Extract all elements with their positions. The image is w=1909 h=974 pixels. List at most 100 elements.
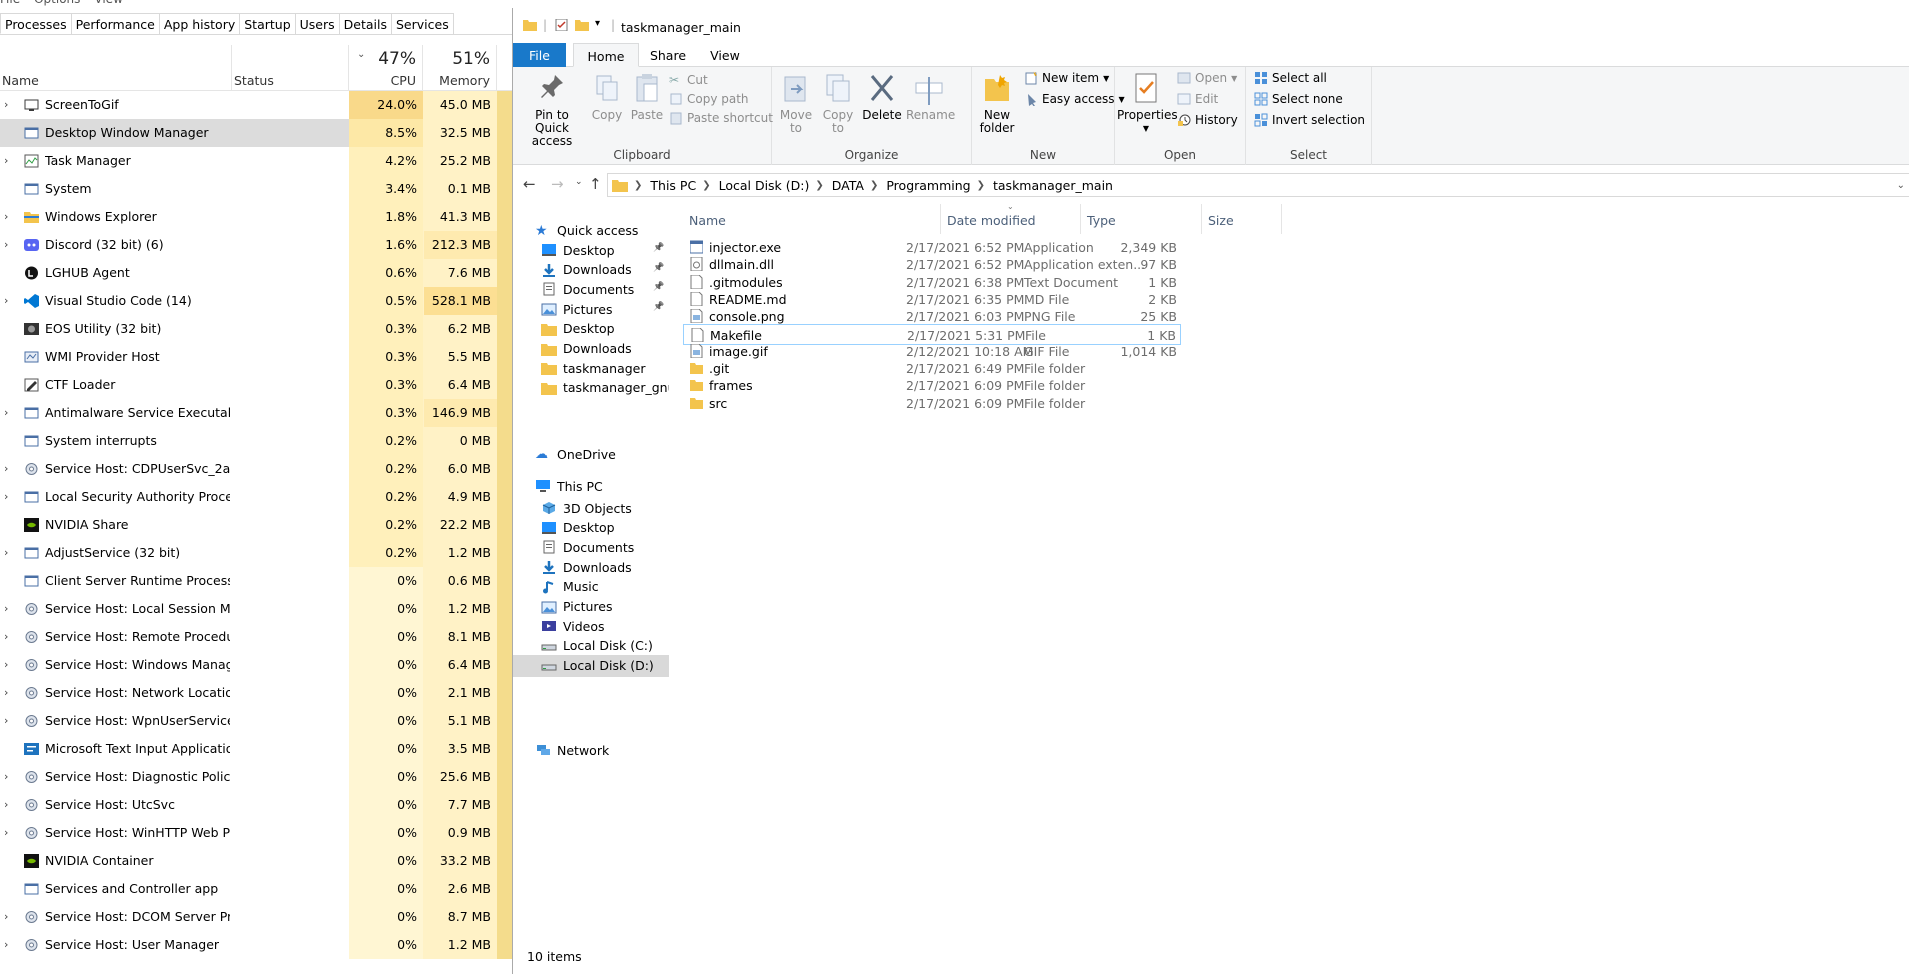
- pin-icon[interactable]: 📌: [653, 302, 664, 312]
- process-row[interactable]: System interrupts 0.2% 0 MB: [0, 427, 512, 455]
- process-row[interactable]: WMI Provider Host 0.3% 5.5 MB: [0, 343, 512, 371]
- paste-button[interactable]: Paste: [627, 71, 667, 122]
- process-name-cell[interactable]: Desktop Window Manager: [0, 119, 232, 147]
- tab-startup[interactable]: Startup: [239, 13, 296, 34]
- nav-item[interactable]: Downloads: [513, 556, 669, 578]
- nav-this-pc[interactable]: This PC: [535, 475, 603, 497]
- breadcrumb-chevron-icon[interactable]: ❯: [815, 180, 823, 191]
- nav-item[interactable]: Documents 📌: [513, 278, 669, 300]
- process-name-cell[interactable]: › Visual Studio Code (14): [0, 287, 232, 315]
- nav-item[interactable]: Local Disk (C:): [513, 635, 669, 657]
- menu-file[interactable]: File: [0, 0, 20, 8]
- process-name-cell[interactable]: EOS Utility (32 bit): [0, 315, 232, 343]
- expand-chevron-icon[interactable]: ›: [4, 714, 14, 727]
- process-row[interactable]: › Service Host: Diagnostic Policy ... 0%25…: [0, 763, 512, 791]
- pin-icon[interactable]: 📌: [653, 243, 664, 253]
- nav-item[interactable]: Music: [513, 576, 669, 598]
- tab-app-history[interactable]: App history: [158, 13, 241, 34]
- expand-chevron-icon[interactable]: ›: [4, 770, 14, 783]
- process-row[interactable]: › AdjustService (32 bit) 0.2% 1.2 MB: [0, 539, 512, 567]
- process-name-cell[interactable]: System interrupts: [0, 427, 232, 455]
- breadcrumb-chevron-icon[interactable]: ❯: [977, 180, 985, 191]
- breadcrumb-chevron-icon[interactable]: ❯: [702, 180, 710, 191]
- breadcrumb-this-pc[interactable]: This PC: [650, 178, 696, 193]
- process-name-cell[interactable]: › Service Host: Windows Manage...: [0, 651, 232, 679]
- copy-button[interactable]: Copy: [587, 71, 627, 122]
- process-row[interactable]: Services and Controller app 0% 2.6 MB: [0, 875, 512, 903]
- nav-item[interactable]: Desktop: [513, 517, 669, 539]
- nav-item[interactable]: Desktop: [513, 318, 669, 340]
- expand-chevron-icon[interactable]: ›: [4, 658, 14, 671]
- process-name-cell[interactable]: › Service Host: CDPUserSvc_2a4d7: [0, 455, 232, 483]
- process-row[interactable]: › Service Host: Local Session Man... 0%1.2…: [0, 595, 512, 623]
- process-row[interactable]: › Windows Explorer 1.8% 41.3 MB: [0, 203, 512, 231]
- up-arrow-icon[interactable]: ↑: [589, 175, 602, 193]
- process-row[interactable]: › Service Host: WinHTTP Web Pro... 0%0.9 M…: [0, 819, 512, 847]
- process-name-cell[interactable]: › Service Host: Diagnostic Policy ...: [0, 763, 232, 791]
- ribbon-tab-view[interactable]: View: [697, 43, 753, 67]
- process-row[interactable]: System 3.4% 0.1 MB: [0, 175, 512, 203]
- expand-chevron-icon[interactable]: ›: [4, 294, 14, 307]
- breadcrumb-chevron-icon[interactable]: ❯: [870, 180, 878, 191]
- process-name-cell[interactable]: NVIDIA Container: [0, 847, 232, 875]
- history-button[interactable]: History: [1177, 110, 1238, 130]
- expand-chevron-icon[interactable]: ›: [4, 910, 14, 923]
- process-name-cell[interactable]: › Windows Explorer: [0, 203, 232, 231]
- edit-button[interactable]: Edit: [1177, 89, 1218, 109]
- cut-button[interactable]: ✂ Cut: [669, 70, 708, 90]
- nav-network[interactable]: Network: [535, 739, 609, 761]
- process-row[interactable]: › Service Host: Remote Procedure... 0%8.1 …: [0, 623, 512, 651]
- process-name-cell[interactable]: › Service Host: WinHTTP Web Pro...: [0, 819, 232, 847]
- process-row[interactable]: NVIDIA Container 0% 33.2 MB: [0, 847, 512, 875]
- process-row[interactable]: › Task Manager 4.2% 25.2 MB: [0, 147, 512, 175]
- expand-chevron-icon[interactable]: ›: [4, 210, 14, 223]
- address-bar[interactable]: ❯ This PC ❯ Local Disk (D:) ❯ DATA ❯ Pro…: [607, 173, 1909, 197]
- column-header-size[interactable]: Size: [1202, 204, 1282, 234]
- process-name-cell[interactable]: System: [0, 175, 232, 203]
- nav-item[interactable]: Local Disk (D:): [513, 654, 669, 677]
- breadcrumb-local-disk-d[interactable]: Local Disk (D:): [719, 178, 810, 193]
- process-row[interactable]: LGHUB Agent 0.6% 7.6 MB: [0, 259, 512, 287]
- menu-view[interactable]: View: [94, 0, 122, 8]
- breadcrumb-taskmanager-main[interactable]: taskmanager_main: [993, 178, 1113, 193]
- process-name-cell[interactable]: › Service Host: WpnUserService_2...: [0, 707, 232, 735]
- process-name-cell[interactable]: › AdjustService (32 bit): [0, 539, 232, 567]
- ribbon-tab-file[interactable]: File: [513, 43, 566, 67]
- process-row[interactable]: NVIDIA Share 0.2% 22.2 MB: [0, 511, 512, 539]
- process-name-cell[interactable]: Microsoft Text Input Application: [0, 735, 232, 763]
- nav-item[interactable]: Documents: [513, 536, 669, 558]
- expand-chevron-icon[interactable]: ›: [4, 630, 14, 643]
- process-row[interactable]: › ScreenToGif 24.0% 45.0 MB: [0, 91, 512, 119]
- process-name-cell[interactable]: › ScreenToGif: [0, 91, 232, 119]
- breadcrumb-programming[interactable]: Programming: [886, 178, 970, 193]
- copy-to-button[interactable]: Copy to: [818, 71, 858, 135]
- pin-icon[interactable]: 📌: [653, 282, 664, 292]
- nav-item[interactable]: Videos: [513, 615, 669, 637]
- column-header-date[interactable]: ⌄ Date modified: [941, 202, 1081, 234]
- expand-chevron-icon[interactable]: ›: [4, 938, 14, 951]
- expand-chevron-icon[interactable]: ›: [4, 798, 14, 811]
- expand-chevron-icon[interactable]: ›: [4, 826, 14, 839]
- expand-chevron-icon[interactable]: ›: [4, 406, 14, 419]
- tab-processes[interactable]: Processes: [0, 13, 72, 34]
- column-name-header[interactable]: Name: [0, 45, 232, 91]
- process-name-cell[interactable]: › Antimalware Service Executable: [0, 399, 232, 427]
- nav-item[interactable]: 3D Objects: [513, 497, 669, 519]
- process-name-cell[interactable]: › Service Host: DCOM Server Proc...: [0, 903, 232, 931]
- tab-details[interactable]: Details: [338, 13, 392, 34]
- process-name-cell[interactable]: CTF Loader: [0, 371, 232, 399]
- nav-item[interactable]: Pictures 📌: [513, 298, 669, 320]
- process-row[interactable]: › Discord (32 bit) (6) 1.6% 212.3 MB: [0, 231, 512, 259]
- process-row[interactable]: Desktop Window Manager 8.5% 32.5 MB: [0, 119, 512, 147]
- ribbon-tab-share[interactable]: Share: [639, 43, 697, 67]
- nav-item[interactable]: Pictures: [513, 596, 669, 618]
- process-row[interactable]: › Service Host: WpnUserService_2... 0%5.1 …: [0, 707, 512, 735]
- column-cpu-header[interactable]: ⌄ 47% CPU: [349, 45, 423, 91]
- new-folder-icon[interactable]: [575, 19, 589, 31]
- expand-chevron-icon[interactable]: ›: [4, 546, 14, 559]
- process-name-cell[interactable]: NVIDIA Share: [0, 511, 232, 539]
- select-none-button[interactable]: Select none: [1254, 89, 1343, 109]
- expand-chevron-icon[interactable]: ›: [4, 686, 14, 699]
- nav-item[interactable]: Downloads 📌: [513, 259, 669, 281]
- open-button[interactable]: Open ▼: [1177, 68, 1237, 88]
